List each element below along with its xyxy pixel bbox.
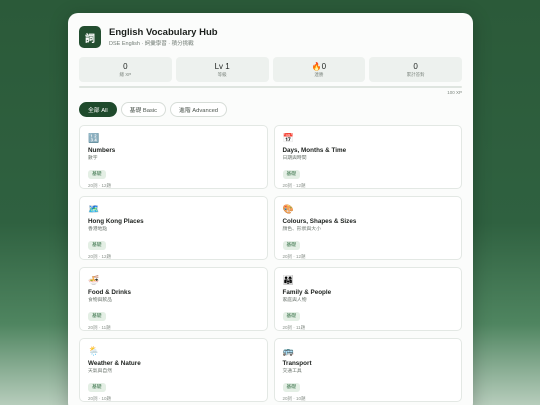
level-badge: 基礎: [282, 383, 301, 392]
topic-name-zh: 交通工具: [282, 369, 302, 374]
topic-name-zh: 家庭與人物: [282, 298, 307, 303]
main-card: 詞 English Vocabulary Hub DSE English · 詞…: [68, 13, 473, 405]
topic-meta: 20詞 · 12題: [282, 183, 306, 188]
numbers-icon: 🔢: [88, 133, 100, 143]
topic-name: Numbers: [88, 147, 116, 154]
stat-value: 🔥0: [311, 61, 327, 71]
topic-card-food-drinks[interactable]: 🍜 Food & Drinks 食物與飲品 基礎 20詞 · 11題: [79, 267, 268, 331]
topic-name: Food & Drinks: [88, 289, 132, 296]
stats-row: 0 總 XP Lv 1 等級 🔥0 連勝 0 累計答對: [79, 57, 462, 82]
topic-name-zh: 天氣與自然: [88, 369, 112, 374]
map-icon: 🗺️: [88, 204, 100, 214]
topic-name: Weather & Nature: [88, 360, 141, 367]
stat-level: Lv 1 等級: [175, 57, 269, 82]
palette-icon: 🎨: [282, 204, 294, 214]
family-icon: 👨‍👩‍👧: [282, 275, 294, 285]
stat-streak: 🔥0 連勝: [272, 57, 366, 82]
topic-meta: 20詞 · 12題: [88, 183, 112, 188]
stat-value: Lv 1: [214, 61, 230, 71]
filter-all-button[interactable]: 全部 All: [79, 102, 117, 117]
topic-card-colours-shapes-sizes[interactable]: 🎨 Colours, Shapes & Sizes 顏色、形狀與大小 基礎 20…: [273, 196, 462, 260]
topic-meta: 20詞 · 10題: [88, 396, 112, 401]
topic-name: Days, Months & Time: [282, 147, 347, 154]
topic-name: Family & People: [282, 289, 332, 296]
stat-value: 0: [413, 61, 418, 71]
topic-meta: 20詞 · 11題: [88, 325, 111, 330]
topic-name: Transport: [282, 360, 312, 367]
app-subtitle: DSE English · 詞彙學習 · 積分挑戰: [109, 40, 194, 47]
topic-card-days-months-time[interactable]: 📅 Days, Months & Time 日期與時間 基礎 20詞 · 12題: [273, 125, 462, 189]
noodle-bowl-icon: 🍜: [88, 275, 100, 285]
level-badge: 基礎: [88, 241, 106, 250]
filter-basic-button[interactable]: 基礎 Basic: [120, 102, 167, 117]
topic-name-zh: 香港地點: [88, 227, 108, 232]
xp-progress-label: 100 XP: [447, 90, 462, 95]
stat-total-xp: 0 總 XP: [79, 57, 172, 82]
topic-name-zh: 數字: [88, 156, 98, 161]
xp-progress-bar: [79, 86, 462, 88]
level-badge: 基礎: [88, 170, 106, 179]
stat-value: 0: [123, 61, 128, 71]
app-title: English Vocabulary Hub: [109, 26, 218, 38]
topic-card-weather-nature[interactable]: 🌦️ Weather & Nature 天氣與自然 基礎 20詞 · 10題: [79, 338, 268, 402]
app-logo-icon: 詞: [79, 26, 101, 48]
app-header: 詞 English Vocabulary Hub DSE English · 詞…: [79, 24, 462, 50]
topic-name-zh: 顏色、形狀與大小: [282, 227, 321, 232]
topic-meta: 20詞 · 11題: [282, 325, 306, 330]
stat-label: 等級: [217, 71, 227, 77]
topic-name-zh: 日期與時間: [282, 156, 307, 161]
filter-tabs: 全部 All 基礎 Basic 進階 Advanced: [79, 102, 462, 117]
topic-card-family-people[interactable]: 👨‍👩‍👧 Family & People 家庭與人物 基礎 20詞 · 11題: [273, 267, 462, 331]
topic-name: Hong Kong Places: [88, 218, 144, 225]
stat-label: 累計答對: [406, 71, 425, 77]
topic-meta: 20詞 · 10題: [282, 396, 306, 401]
topic-card-hong-kong-places[interactable]: 🗺️ Hong Kong Places 香港地點 基礎 20詞 · 12題: [79, 196, 268, 260]
level-badge: 基礎: [282, 241, 301, 250]
topic-meta: 20詞 · 12題: [282, 254, 306, 259]
topic-card-numbers[interactable]: 🔢 Numbers 數字 基礎 20詞 · 12題: [79, 125, 268, 189]
bus-icon: 🚌: [282, 346, 294, 356]
topic-meta: 20詞 · 12題: [88, 254, 112, 259]
level-badge: 基礎: [88, 383, 106, 392]
topic-name: Colours, Shapes & Sizes: [282, 218, 357, 225]
topic-grid: 🔢 Numbers 數字 基礎 20詞 · 12題 📅 Days, Months…: [79, 125, 462, 402]
calendar-icon: 📅: [282, 133, 294, 143]
stat-label: 總 XP: [119, 71, 132, 77]
topic-name-zh: 食物與飲品: [88, 298, 112, 303]
level-badge: 基礎: [88, 312, 106, 321]
stat-label: 連勝: [314, 71, 324, 77]
filter-advanced-button[interactable]: 進階 Advanced: [170, 102, 228, 117]
stat-correct: 0 累計答對: [369, 57, 462, 82]
topic-card-transport[interactable]: 🚌 Transport 交通工具 基礎 20詞 · 10題: [273, 338, 462, 402]
weather-icon: 🌦️: [88, 346, 100, 356]
level-badge: 基礎: [282, 170, 301, 179]
level-badge: 基礎: [282, 312, 301, 321]
